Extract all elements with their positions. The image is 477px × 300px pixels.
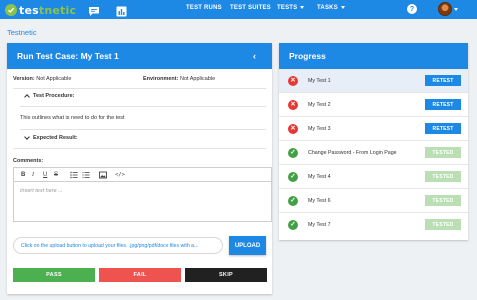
help-icon[interactable]: ? <box>407 4 417 14</box>
version-label: Version: <box>13 76 35 82</box>
divider <box>20 106 266 107</box>
progress-row[interactable]: ✕ My Test 1 RETEST <box>279 69 468 93</box>
divider <box>13 88 266 89</box>
numbered-list-icon[interactable] <box>70 171 78 182</box>
nav-tests[interactable]: TESTS <box>277 5 305 11</box>
chevron-down-icon <box>340 5 345 9</box>
pass-check-icon: ✓ <box>288 148 298 158</box>
progress-row[interactable]: ✓ My Test 6 TESTED <box>279 189 468 213</box>
progress-title: Progress <box>289 51 326 61</box>
test-procedure-text: This outlines what is need to do for the… <box>20 115 125 121</box>
progress-row[interactable]: ✕ My Test 3 RETEST <box>279 117 468 141</box>
progress-row[interactable]: ✓ My Test 4 TESTED <box>279 165 468 189</box>
upload-button[interactable]: UPLOAD <box>229 236 266 255</box>
logo-text-suffix: tnetic <box>38 3 77 17</box>
code-button[interactable]: </> <box>115 171 125 179</box>
editor-toolbar: B I U S </> <box>14 168 271 182</box>
chevron-left-icon[interactable]: ‹ <box>253 51 256 61</box>
progress-row[interactable]: ✓ My Test 7 TESTED <box>279 213 468 237</box>
progress-test-name: Change Password - From Login Page <box>308 150 397 156</box>
pass-check-icon: ✓ <box>288 196 298 206</box>
progress-row[interactable]: ✕ My Test 2 RETEST <box>279 93 468 117</box>
test-procedure-toggle[interactable]: Test Procedure: <box>24 93 75 100</box>
run-test-card: Run Test Case: My Test 1 ‹ Version: Not … <box>7 43 272 294</box>
bullet-list-icon[interactable] <box>82 171 90 182</box>
fail-x-icon: ✕ <box>288 76 298 86</box>
fail-button[interactable]: FAIL <box>99 268 181 282</box>
chevron-up-icon <box>24 94 30 100</box>
comments-label: Comments: <box>13 158 44 164</box>
italic-button[interactable]: I <box>32 171 34 179</box>
tested-button: TESTED <box>425 171 461 182</box>
logo-check-icon <box>5 4 17 16</box>
progress-card: Progress ✕ My Test 1 RETEST ✕ My Test 2 … <box>279 43 468 240</box>
chart-icon[interactable] <box>116 4 128 17</box>
retest-button[interactable]: RETEST <box>425 99 461 110</box>
breadcrumb[interactable]: Testnetic <box>7 28 37 37</box>
logo-text-prefix: tes <box>19 3 39 17</box>
divider <box>20 129 266 130</box>
progress-test-name: My Test 2 <box>308 102 331 108</box>
chevron-down-icon[interactable] <box>454 8 458 11</box>
version-info: Version: Not Applicable <box>13 76 71 82</box>
tested-button: TESTED <box>425 195 461 206</box>
avatar[interactable] <box>438 2 452 16</box>
file-upload-field[interactable]: Click on the upload button to upload you… <box>13 237 223 254</box>
expected-result-heading: Expected Result: <box>33 135 78 141</box>
pass-button[interactable]: PASS <box>13 268 95 282</box>
progress-header: Progress <box>279 43 468 69</box>
comments-editor[interactable]: B I U S </> Insert text here ... <box>13 167 272 222</box>
page-title: Run Test Case: My Test 1 <box>17 51 119 61</box>
divider <box>13 148 266 149</box>
nav-tasks[interactable]: TASKS <box>317 5 345 11</box>
fail-x-icon: ✕ <box>288 124 298 134</box>
run-test-header: Run Test Case: My Test 1 ‹ <box>7 43 272 69</box>
progress-test-name: My Test 1 <box>308 78 331 84</box>
underline-button[interactable]: U <box>43 171 47 179</box>
retest-button[interactable]: RETEST <box>425 75 461 86</box>
expected-result-toggle[interactable]: Expected Result: <box>24 134 78 141</box>
fail-x-icon: ✕ <box>288 100 298 110</box>
test-procedure-heading: Test Procedure: <box>33 93 75 99</box>
nav-test-runs[interactable]: TEST RUNS <box>186 5 222 11</box>
environment-info: Environment: Not Applicable <box>143 76 215 82</box>
top-navbar: testnetic TEST RUNS TEST SUITES TESTS TA… <box>0 0 477 19</box>
environment-label: Environment: <box>143 76 179 82</box>
logo-text: testnetic <box>19 4 76 17</box>
progress-row[interactable]: ✓ Change Password - From Login Page TEST… <box>279 141 468 165</box>
pass-check-icon: ✓ <box>288 172 298 182</box>
logo[interactable]: testnetic <box>5 3 76 17</box>
tested-button: TESTED <box>425 219 461 230</box>
environment-value: Not Applicable <box>179 76 216 82</box>
version-value: Not Applicable <box>36 76 72 82</box>
chat-icon[interactable] <box>88 4 100 16</box>
bold-button[interactable]: B <box>21 171 25 179</box>
nav-test-suites[interactable]: TEST SUITES <box>230 5 271 11</box>
strikethrough-button[interactable]: S <box>54 171 58 179</box>
nav-tests-label: TESTS <box>277 5 298 11</box>
progress-test-name: My Test 7 <box>308 222 331 228</box>
retest-button[interactable]: RETEST <box>425 123 461 134</box>
chevron-down-icon <box>300 5 305 9</box>
comments-placeholder: Insert text here ... <box>20 188 63 194</box>
nav-tasks-label: TASKS <box>317 5 338 11</box>
progress-test-name: My Test 4 <box>308 174 331 180</box>
skip-button[interactable]: SKIP <box>185 268 267 282</box>
tested-button: TESTED <box>425 147 461 158</box>
progress-test-name: My Test 3 <box>308 126 331 132</box>
chevron-down-icon <box>24 134 30 140</box>
progress-test-name: My Test 6 <box>308 198 331 204</box>
image-icon[interactable] <box>99 171 107 182</box>
pass-check-icon: ✓ <box>288 220 298 230</box>
upload-hint-text: Click on the upload button to upload you… <box>21 243 199 249</box>
